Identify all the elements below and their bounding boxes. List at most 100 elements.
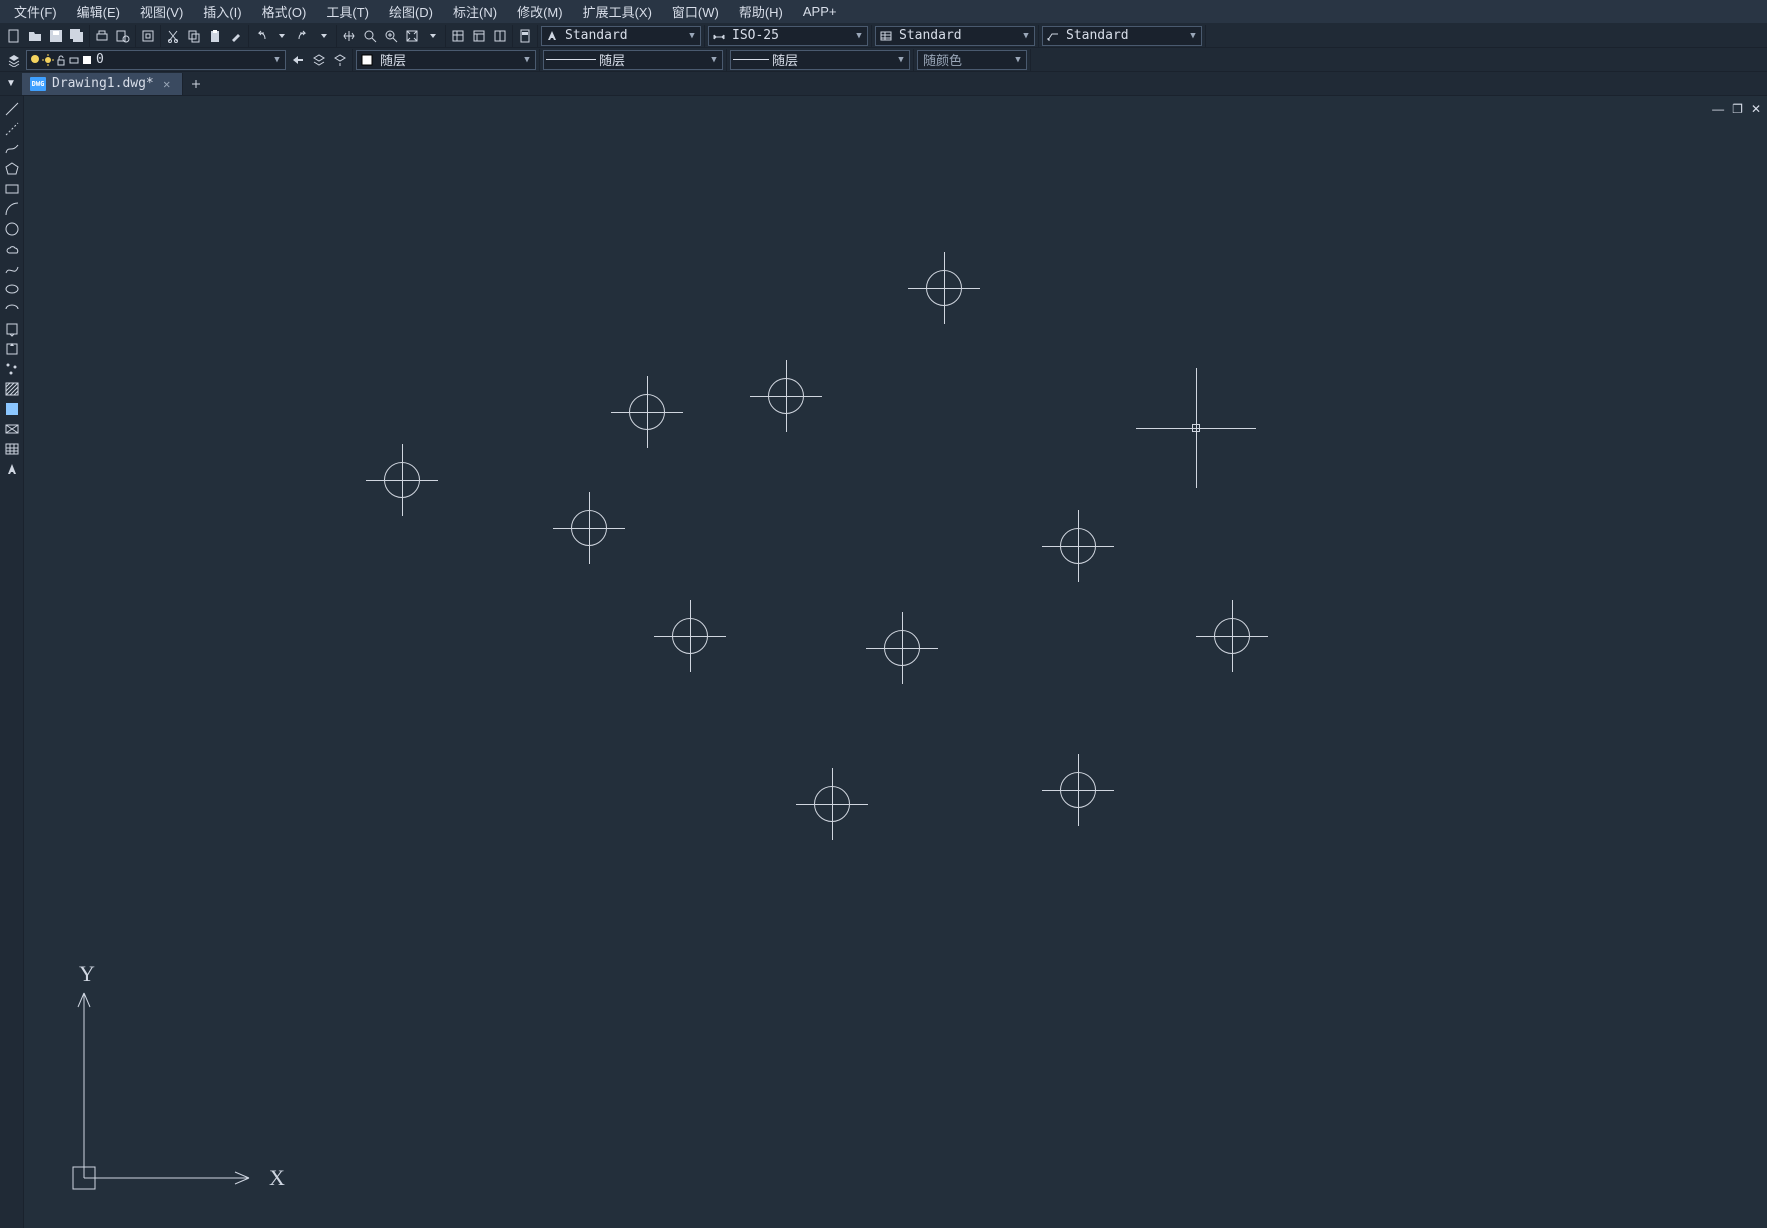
color-combo[interactable]: 随层 ▼ bbox=[356, 50, 536, 70]
lock-open-icon bbox=[55, 54, 67, 66]
menu-edit[interactable]: 编辑(E) bbox=[67, 0, 130, 23]
menu-window[interactable]: 窗口(W) bbox=[662, 0, 729, 23]
print-preview-button[interactable] bbox=[114, 27, 132, 45]
paste-button[interactable] bbox=[206, 27, 224, 45]
document-tab-label: Drawing1.dwg* bbox=[52, 76, 154, 91]
tool-palettes-button[interactable] bbox=[491, 27, 509, 45]
dropdown-arrow-icon: ▼ bbox=[521, 55, 533, 65]
zoom-window-button[interactable] bbox=[382, 27, 400, 45]
layer-combo[interactable]: 0 ▼ bbox=[26, 50, 286, 70]
color-value: 随层 bbox=[377, 50, 521, 69]
menu-insert[interactable]: 插入(I) bbox=[193, 0, 251, 23]
dropdown-arrow-icon: ▼ bbox=[1012, 55, 1024, 65]
zoom-list-button[interactable] bbox=[424, 27, 442, 45]
layer-walk-button[interactable] bbox=[331, 51, 349, 69]
region-tool[interactable] bbox=[2, 420, 22, 438]
tablestyle-icon bbox=[878, 28, 894, 44]
menu-dim[interactable]: 标注(N) bbox=[443, 0, 507, 23]
mleaderstyle-value: Standard bbox=[1063, 28, 1187, 43]
dimstyle-combo[interactable]: ISO-25 ▼ bbox=[708, 26, 868, 46]
ellipse-tool[interactable] bbox=[2, 280, 22, 298]
new-file-button[interactable] bbox=[5, 27, 23, 45]
insert-block-tool[interactable] bbox=[2, 320, 22, 338]
polyline-tool[interactable] bbox=[2, 140, 22, 158]
menu-draw[interactable]: 绘图(D) bbox=[379, 0, 443, 23]
zoom-realtime-button[interactable] bbox=[361, 27, 379, 45]
layer-name: 0 bbox=[93, 52, 271, 67]
lineweight-preview-icon bbox=[733, 59, 769, 60]
save-button[interactable] bbox=[47, 27, 65, 45]
menu-appplus[interactable]: APP+ bbox=[793, 2, 847, 21]
menu-format[interactable]: 格式(O) bbox=[252, 0, 317, 23]
spline-tool[interactable] bbox=[2, 260, 22, 278]
xline-tool[interactable] bbox=[2, 120, 22, 138]
undo-button[interactable] bbox=[252, 27, 270, 45]
layer-state-icons bbox=[29, 54, 93, 66]
point-tool[interactable] bbox=[2, 360, 22, 378]
textstyle-combo[interactable]: Standard ▼ bbox=[541, 26, 701, 46]
toolbar-row-2: 0 ▼ 随层 ▼ 随层 ▼ 随层 ▼ 随颜色 ▼ bbox=[0, 48, 1767, 72]
tab-list-button[interactable]: ▼ bbox=[0, 73, 22, 95]
menu-express[interactable]: 扩展工具(X) bbox=[573, 0, 662, 23]
dropdown-arrow-icon: ▼ bbox=[686, 31, 698, 41]
tab-close-button[interactable]: ✕ bbox=[160, 77, 174, 91]
textstyle-value: Standard bbox=[562, 28, 686, 43]
redo-list-button[interactable] bbox=[315, 27, 333, 45]
dropdown-arrow-icon: ▼ bbox=[1020, 31, 1032, 41]
layer-iso-button[interactable] bbox=[310, 51, 328, 69]
zoom-extents-button[interactable] bbox=[403, 27, 421, 45]
document-tab-active[interactable]: DWG Drawing1.dwg* ✕ bbox=[22, 73, 183, 95]
main-area: — ❐ ✕ X Y bbox=[0, 96, 1767, 1228]
print-button[interactable] bbox=[93, 27, 111, 45]
dimstyle-value: ISO-25 bbox=[729, 28, 853, 43]
copy-button[interactable] bbox=[185, 27, 203, 45]
redo-button[interactable] bbox=[294, 27, 312, 45]
rectangle-tool[interactable] bbox=[2, 180, 22, 198]
linetype-combo[interactable]: 随层 ▼ bbox=[543, 50, 723, 70]
menu-file[interactable]: 文件(F) bbox=[4, 0, 67, 23]
menu-view[interactable]: 视图(V) bbox=[130, 0, 193, 23]
tab-new-button[interactable] bbox=[185, 73, 207, 95]
layer-prev-button[interactable] bbox=[289, 51, 307, 69]
revcloud-tool[interactable] bbox=[2, 240, 22, 258]
bulb-on-icon bbox=[29, 54, 41, 66]
gradient-tool[interactable] bbox=[2, 400, 22, 418]
mleaderstyle-combo[interactable]: Standard ▼ bbox=[1042, 26, 1202, 46]
toolbar-row-1: Standard ▼ ISO-25 ▼ Standard ▼ Standard … bbox=[0, 24, 1767, 48]
match-prop-button[interactable] bbox=[227, 27, 245, 45]
dropdown-arrow-icon: ▼ bbox=[895, 55, 907, 65]
ellipse-arc-tool[interactable] bbox=[2, 300, 22, 318]
menu-help[interactable]: 帮助(H) bbox=[729, 0, 793, 23]
arc-tool[interactable] bbox=[2, 200, 22, 218]
menu-tools[interactable]: 工具(T) bbox=[316, 0, 379, 23]
menu-bar: 文件(F) 编辑(E) 视图(V) 插入(I) 格式(O) 工具(T) 绘图(D… bbox=[0, 0, 1767, 24]
color-swatch-icon bbox=[359, 52, 375, 68]
find-button[interactable] bbox=[139, 27, 157, 45]
undo-list-button[interactable] bbox=[273, 27, 291, 45]
menu-modify[interactable]: 修改(M) bbox=[507, 0, 573, 23]
layer-manager-button[interactable] bbox=[5, 51, 23, 69]
pan-button[interactable] bbox=[340, 27, 358, 45]
plotstyle-combo[interactable]: 随颜色 ▼ bbox=[917, 50, 1027, 70]
circle-tool[interactable] bbox=[2, 220, 22, 238]
linetype-preview-icon bbox=[546, 59, 596, 60]
dwg-file-icon: DWG bbox=[30, 77, 46, 91]
mtext-tool[interactable] bbox=[2, 460, 22, 478]
drawing-canvas[interactable]: — ❐ ✕ X Y bbox=[24, 96, 1767, 1228]
dropdown-arrow-icon: ▼ bbox=[708, 55, 720, 65]
design-center-button[interactable] bbox=[470, 27, 488, 45]
mleaderstyle-icon bbox=[1045, 28, 1061, 44]
line-tool[interactable] bbox=[2, 100, 22, 118]
polygon-tool[interactable] bbox=[2, 160, 22, 178]
table-tool[interactable] bbox=[2, 440, 22, 458]
properties-button[interactable] bbox=[449, 27, 467, 45]
open-folder-button[interactable] bbox=[26, 27, 44, 45]
lineweight-combo[interactable]: 随层 ▼ bbox=[730, 50, 910, 70]
cut-button[interactable] bbox=[164, 27, 182, 45]
tablestyle-combo[interactable]: Standard ▼ bbox=[875, 26, 1035, 46]
linetype-value: 随层 bbox=[596, 50, 708, 69]
hatch-tool[interactable] bbox=[2, 380, 22, 398]
make-block-tool[interactable] bbox=[2, 340, 22, 358]
saveall-button[interactable] bbox=[68, 27, 86, 45]
calc-button[interactable] bbox=[516, 27, 534, 45]
